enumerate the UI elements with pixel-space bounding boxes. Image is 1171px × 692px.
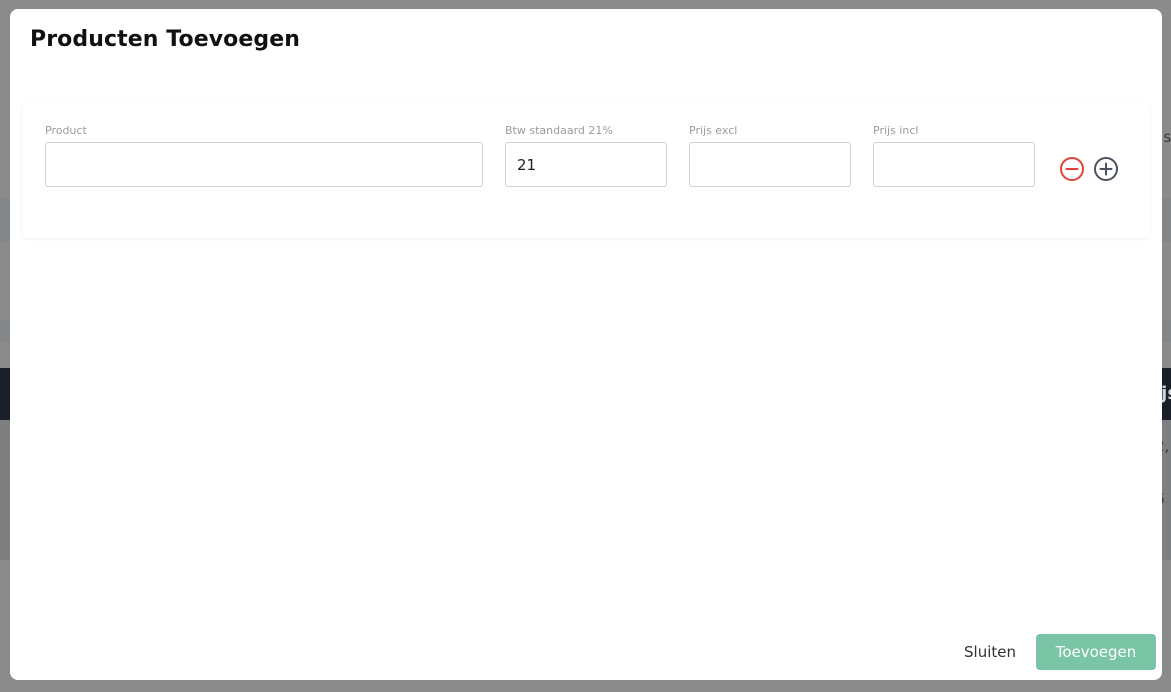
price-excl-input[interactable] xyxy=(689,142,851,187)
btw-field: Btw standaard 21% xyxy=(505,123,667,187)
add-products-modal: Producten Toevoegen Product Btw standaar… xyxy=(10,9,1162,680)
price-incl-input[interactable] xyxy=(873,142,1035,187)
product-row: Product Btw standaard 21% Prijs excl Pri… xyxy=(22,102,1150,238)
price-excl-field: Prijs excl xyxy=(689,123,851,187)
add-row-button[interactable] xyxy=(1092,155,1120,183)
remove-row-button[interactable] xyxy=(1058,155,1086,183)
price-incl-label: Prijs incl xyxy=(873,124,919,137)
plus-circle-icon xyxy=(1094,157,1118,181)
product-field: Product xyxy=(45,123,483,187)
product-label: Product xyxy=(45,124,87,137)
price-incl-field: Prijs incl xyxy=(873,123,1035,187)
add-button[interactable]: Toevoegen xyxy=(1036,634,1156,670)
price-excl-label: Prijs excl xyxy=(689,124,738,137)
btw-input[interactable] xyxy=(505,142,667,187)
modal-title: Producten Toevoegen xyxy=(30,27,301,52)
btw-label: Btw standaard 21% xyxy=(505,124,613,137)
product-input[interactable] xyxy=(45,142,483,187)
minus-circle-icon xyxy=(1060,157,1084,181)
close-button[interactable]: Sluiten xyxy=(964,637,1016,667)
